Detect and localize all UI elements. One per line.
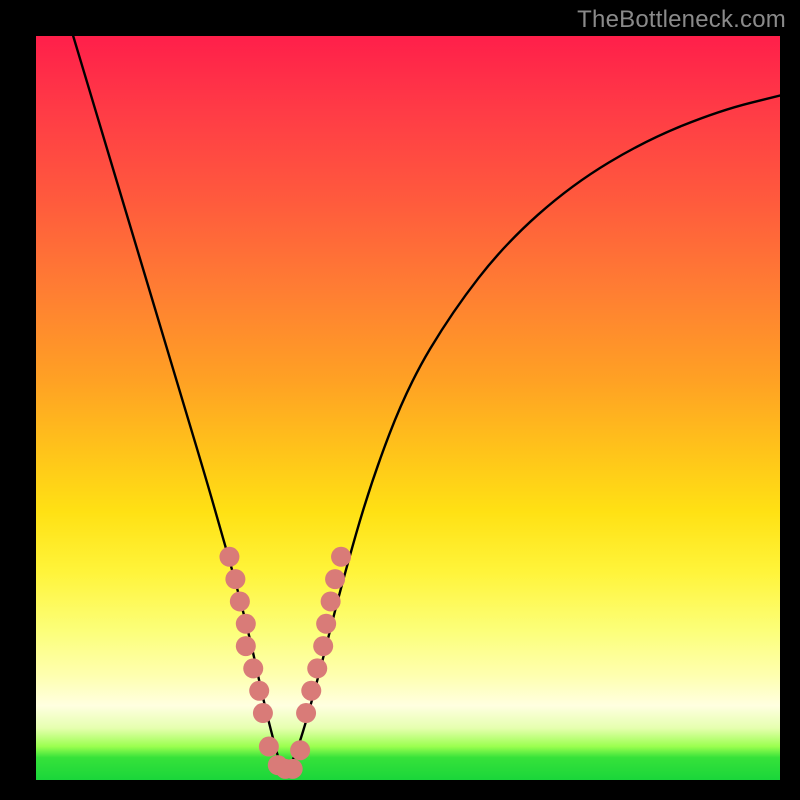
watermark-text: TheBottleneck.com xyxy=(577,6,786,34)
curve-marker xyxy=(290,740,310,760)
curve-marker xyxy=(225,569,245,589)
chart-frame: TheBottleneck.com xyxy=(0,0,800,800)
curve-marker xyxy=(331,547,351,567)
curve-marker xyxy=(307,658,327,678)
curve-marker xyxy=(230,591,250,611)
curve-marker xyxy=(219,547,239,567)
curve-marker xyxy=(243,658,263,678)
curve-marker xyxy=(249,681,269,701)
curve-marker xyxy=(236,636,256,656)
curve-marker xyxy=(296,703,316,723)
curve-marker xyxy=(321,591,341,611)
chart-svg xyxy=(36,36,780,780)
curve-marker xyxy=(313,636,333,656)
curve-marker xyxy=(325,569,345,589)
curve-marker xyxy=(259,737,279,757)
chart-plot-area xyxy=(36,36,780,780)
curve-marker xyxy=(236,614,256,634)
curve-marker xyxy=(301,681,321,701)
curve-markers xyxy=(219,547,351,779)
curve-marker xyxy=(283,759,303,779)
bottleneck-curve xyxy=(73,36,780,769)
curve-marker xyxy=(253,703,273,723)
curve-marker xyxy=(316,614,336,634)
